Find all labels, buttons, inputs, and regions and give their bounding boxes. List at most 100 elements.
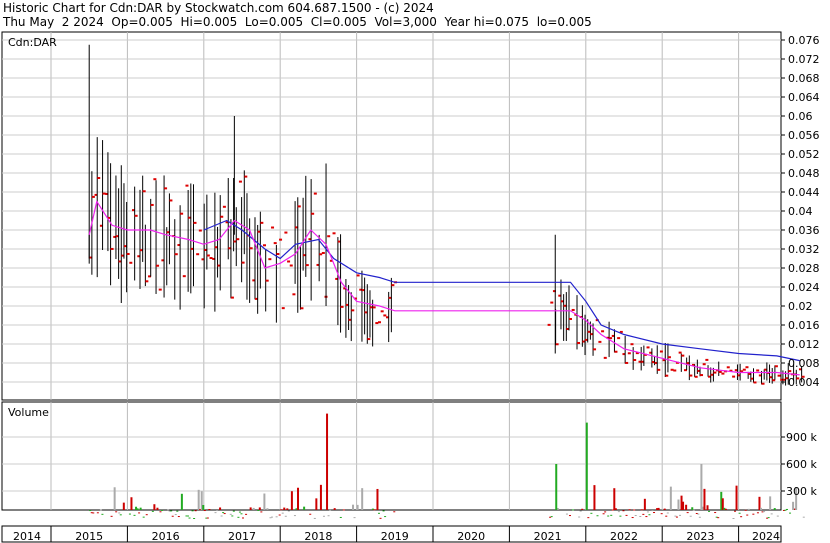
volume-tick-label: 300 k <box>786 485 817 498</box>
price-y-ticks: 0.076 0.072 0.068 0.064 0.06 0.056 0.052 0.048 0… <box>781 34 820 389</box>
price-tick-label: 0.076 <box>788 34 820 47</box>
price-close-mark <box>601 330 605 333</box>
price-tick-label: 0.072 <box>788 53 820 66</box>
volume-bar <box>275 516 278 518</box>
volume-bar <box>773 508 776 510</box>
price-close-mark <box>97 177 101 180</box>
year-label: 2017 <box>228 530 256 543</box>
volume-bar <box>663 508 666 510</box>
volume-bar <box>89 510 92 512</box>
volume-bar <box>706 505 709 510</box>
price-close-mark <box>284 231 288 234</box>
price-close-mark <box>700 374 704 377</box>
price-close-mark <box>249 247 253 250</box>
price-close-mark <box>689 374 693 377</box>
price-tick-label: 0.032 <box>788 243 820 256</box>
price-close-mark <box>102 192 106 195</box>
price-close-mark <box>292 293 296 296</box>
volume-bar <box>197 489 200 510</box>
price-close-mark <box>222 205 226 208</box>
volume-bar <box>802 516 805 518</box>
volume-bar <box>290 491 293 510</box>
price-close-mark <box>678 351 682 354</box>
price-close-mark <box>617 337 621 340</box>
price-close-mark <box>627 352 631 355</box>
volume-bar <box>118 512 121 514</box>
price-close-mark <box>625 361 629 364</box>
volume-bar <box>161 509 164 511</box>
volume-bar <box>122 502 125 510</box>
price-close-mark <box>327 235 331 238</box>
volume-bar <box>139 507 142 510</box>
price-close-mark <box>300 307 304 310</box>
year-label: 2016 <box>152 530 180 543</box>
volume-bar <box>769 496 772 510</box>
volume-bar <box>191 510 194 512</box>
price-close-mark <box>774 365 778 368</box>
volume-bar <box>208 508 211 510</box>
price-tick-label: 0.068 <box>788 72 820 85</box>
price-close-mark <box>673 369 677 372</box>
volume-tick-label: 900 k <box>786 431 817 444</box>
price-close-mark <box>198 229 202 232</box>
volume-bar <box>689 515 692 517</box>
volume-bar <box>214 512 217 514</box>
volume-bar <box>319 484 322 510</box>
price-close-mark <box>732 375 736 378</box>
price-close-mark <box>134 214 138 217</box>
volume-bar <box>136 508 139 510</box>
price-close-mark <box>91 195 95 198</box>
volume-bar <box>238 511 241 513</box>
volume-bar <box>382 510 385 512</box>
price-close-mark <box>263 244 267 247</box>
year-label: 2024 <box>752 530 780 543</box>
volume-bar <box>284 515 287 517</box>
volume-bar <box>110 515 113 517</box>
volume-bar <box>128 513 131 515</box>
price-close-mark <box>777 374 781 377</box>
price-close-mark <box>681 354 685 357</box>
volume-bar <box>732 517 735 519</box>
price-close-mark <box>603 356 607 359</box>
price-close-mark <box>313 192 317 195</box>
price-close-mark <box>196 253 200 256</box>
volume-bar <box>263 493 266 510</box>
volume-bar <box>724 508 727 510</box>
year-label: 2023 <box>686 530 714 543</box>
volume-bar <box>550 516 553 518</box>
volume-bar <box>361 488 364 510</box>
volume-y-ticks: 900 k 600 k 300 k <box>781 431 817 498</box>
price-close-mark <box>289 264 293 267</box>
volume-panel-frame <box>1 401 782 511</box>
price-close-mark <box>174 253 178 256</box>
price-close-mark <box>577 341 581 344</box>
price-close-mark <box>377 321 381 324</box>
volume-bar <box>257 509 260 511</box>
volume-bar <box>763 511 766 513</box>
volume-bar <box>651 510 654 512</box>
price-tick-label: 0.064 <box>788 91 820 104</box>
volume-bar <box>92 512 95 514</box>
volume-bar <box>746 514 749 516</box>
volume-bar <box>313 517 316 519</box>
volume-bar <box>232 510 235 512</box>
price-close-mark <box>356 274 360 277</box>
price-close-mark <box>321 251 325 254</box>
volume-bar <box>646 511 649 513</box>
volume-bar <box>171 515 174 517</box>
volume-bar <box>714 512 717 514</box>
volume-bar <box>675 516 678 518</box>
price-close-mark <box>129 261 133 264</box>
volume-bar <box>145 514 148 516</box>
price-panel-title: Cdn:DAR <box>8 36 57 49</box>
volume-bar <box>669 486 672 510</box>
volume-bar <box>133 514 136 516</box>
volume-bar <box>119 514 122 516</box>
price-close-mark <box>788 370 792 373</box>
volume-bar <box>579 510 582 512</box>
volume-bar <box>604 511 607 513</box>
volume-bar <box>203 510 206 512</box>
volume-bar <box>271 516 274 518</box>
price-close-mark <box>726 366 730 369</box>
volume-bar <box>260 511 263 513</box>
